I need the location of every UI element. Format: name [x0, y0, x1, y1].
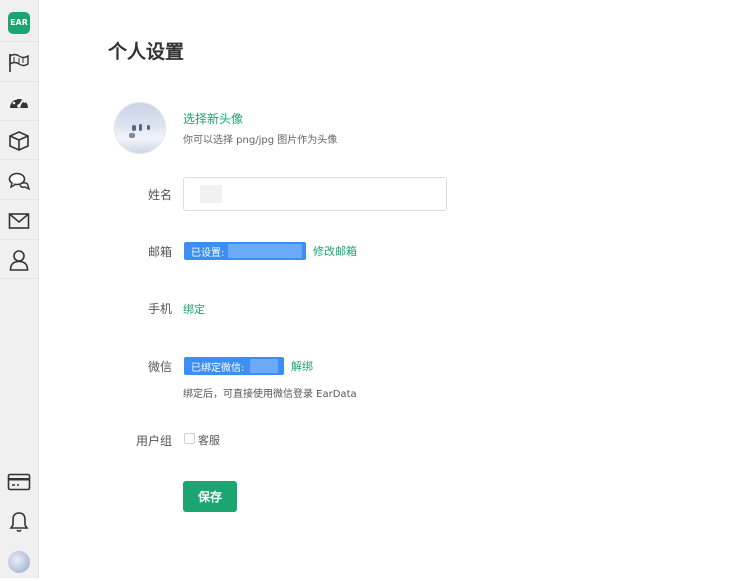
- unbind-wechat-link[interactable]: 解绑: [291, 358, 313, 374]
- dashboard-icon: [10, 95, 28, 108]
- phone-label: 手机: [147, 302, 172, 316]
- group-option-label[interactable]: 客服: [198, 432, 220, 448]
- name-value-mask: [200, 185, 222, 203]
- sidebar-item-user[interactable]: [0, 241, 38, 279]
- wechat-hint: 绑定后，可直接使用微信登录 EarData: [183, 389, 357, 400]
- sidebar-item-flags[interactable]: [0, 44, 38, 82]
- sidebar-item-dashboard[interactable]: [0, 83, 38, 121]
- flag-icon: [9, 53, 29, 72]
- sidebar-item-messages[interactable]: [0, 162, 38, 200]
- mail-icon: [8, 212, 30, 229]
- email-status-text: 已设置:: [191, 247, 225, 259]
- sidebar-item-mail[interactable]: [0, 202, 38, 240]
- save-button[interactable]: 保存: [183, 481, 237, 512]
- wechat-status-badge: 已绑定微信:: [184, 357, 284, 375]
- bind-phone-link[interactable]: 绑定: [183, 301, 205, 317]
- choose-avatar-link[interactable]: 选择新头像: [183, 110, 243, 127]
- logo: EAR: [8, 11, 30, 34]
- sidebar-item-billing[interactable]: [0, 463, 38, 501]
- card-icon: [7, 473, 31, 491]
- sidebar-item-notifications[interactable]: [0, 503, 38, 541]
- wechat-value-mask: [250, 359, 278, 373]
- sidebar-logo[interactable]: EAR: [0, 4, 38, 42]
- email-label: 邮箱: [147, 245, 172, 259]
- sidebar-avatar[interactable]: [0, 543, 38, 581]
- user-icon: [9, 249, 29, 271]
- group-checkbox[interactable]: [184, 433, 195, 444]
- avatar-hint: 你可以选择 png/jpg 图片作为头像: [183, 135, 338, 146]
- name-field[interactable]: [183, 177, 447, 211]
- page-title: 个人设置: [108, 41, 185, 63]
- name-label: 姓名: [147, 188, 172, 202]
- box-icon: [9, 130, 29, 151]
- sidebar: EAR: [0, 0, 39, 578]
- wechat-label: 微信: [147, 360, 172, 374]
- email-value-mask: [228, 244, 302, 258]
- bell-icon: [9, 512, 29, 533]
- email-status-badge: 已设置:: [184, 242, 306, 260]
- sidebar-item-products[interactable]: [0, 122, 38, 160]
- modify-email-link[interactable]: 修改邮箱: [313, 243, 357, 259]
- profile-avatar[interactable]: [114, 102, 166, 154]
- chat-icon: [8, 172, 30, 190]
- avatar: [8, 551, 30, 573]
- wechat-status-text: 已绑定微信:: [191, 362, 245, 374]
- user-group-label: 用户组: [135, 434, 172, 448]
